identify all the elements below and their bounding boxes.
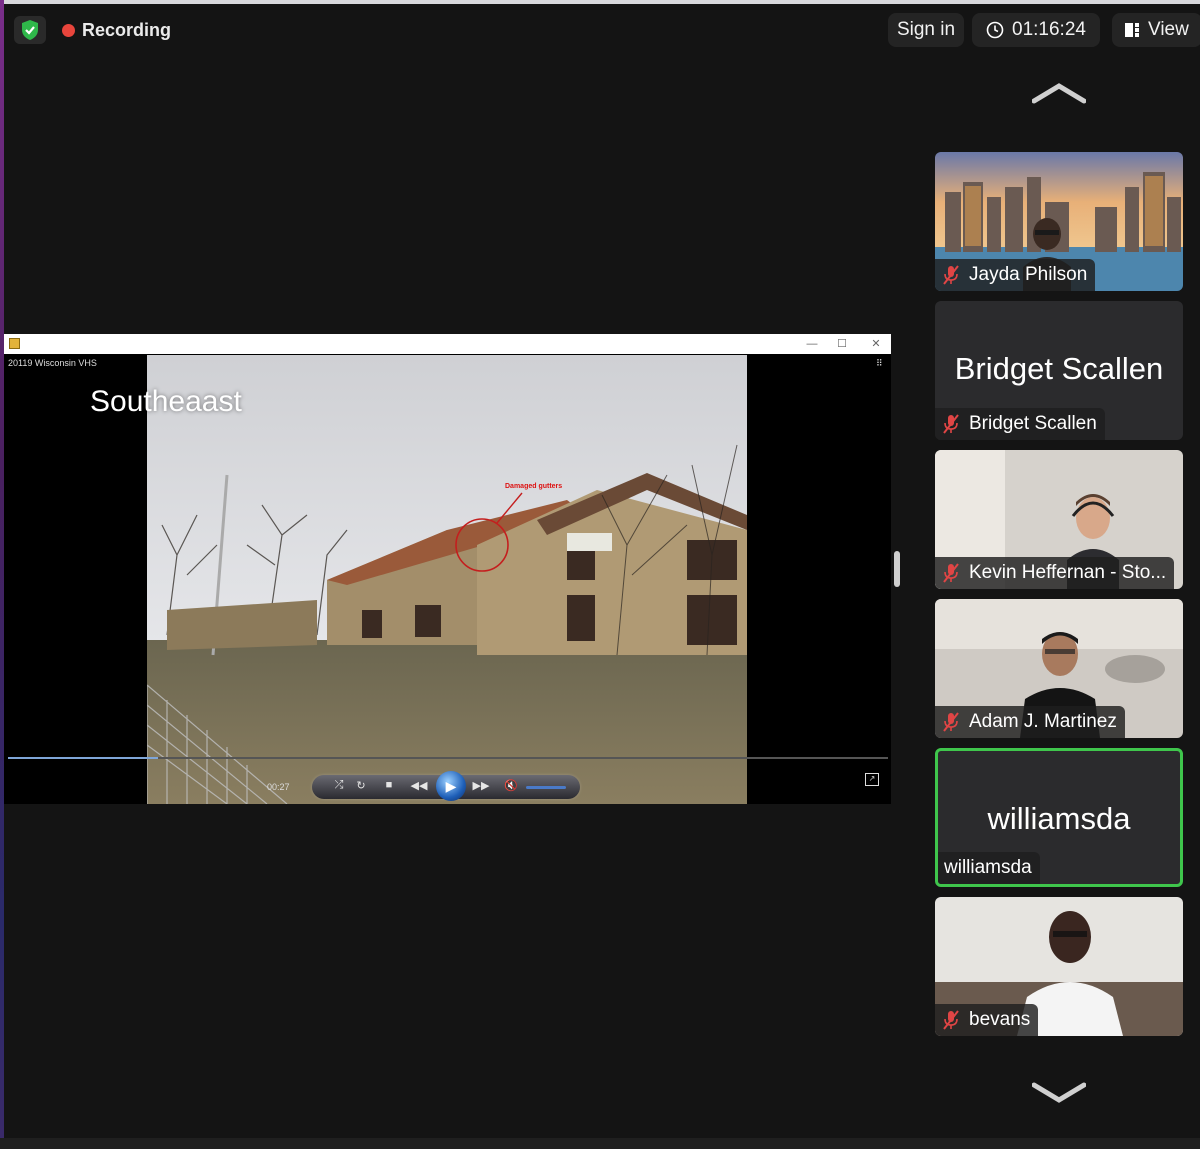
- playback-timecode: 00:27: [267, 782, 290, 792]
- seek-bar-fill: [8, 757, 158, 759]
- repeat-icon[interactable]: ↻: [352, 779, 370, 792]
- sign-in-label: Sign in: [896, 19, 956, 40]
- play-button[interactable]: ▶: [436, 771, 466, 801]
- timer-value: 01:16:24: [1012, 19, 1086, 40]
- view-button[interactable]: View: [1112, 13, 1200, 47]
- clock-icon: [986, 21, 1004, 39]
- view-label: View: [1148, 19, 1189, 40]
- view-layout-icon: [1125, 23, 1139, 37]
- participant-name-tag: Jayda Philson: [935, 259, 1096, 291]
- slide-annotation: Damaged gutters: [505, 483, 563, 490]
- participant-tile-jayda-philson[interactable]: Jayda Philson: [935, 152, 1183, 291]
- participant-display-name: williamsda: [987, 801, 1131, 836]
- participant-name-tag: Adam J. Martinez: [935, 706, 1125, 738]
- play-icon: ▶: [445, 777, 457, 794]
- shuffle-icon[interactable]: ⤮: [330, 779, 348, 792]
- slide-title: Southeaast: [90, 385, 242, 418]
- recording-dot-icon: [62, 23, 75, 37]
- participant-name: Bridget Scallen: [969, 413, 1097, 434]
- scroll-down-chevron-icon[interactable]: [1032, 1082, 1086, 1104]
- participant-tile-kevin-heffernan[interactable]: Kevin Heffernan - Sto...: [935, 450, 1183, 589]
- participant-name-tag: Kevin Heffernan - Sto...: [935, 557, 1175, 589]
- previous-icon[interactable]: ◀◀: [410, 779, 428, 792]
- participant-name: Adam J. Martinez: [969, 711, 1117, 732]
- fullscreen-icon[interactable]: ↗: [865, 773, 879, 786]
- muted-mic-icon: [943, 563, 959, 583]
- window-top-edge: [0, 0, 1200, 4]
- muted-mic-icon: [943, 1010, 959, 1030]
- participant-name-tag: bevans: [935, 1004, 1039, 1036]
- recording-indicator[interactable]: Recording: [62, 14, 171, 46]
- participant-name-tag: Bridget Scallen: [935, 408, 1105, 440]
- participant-display-name: Bridget Scallen: [954, 351, 1164, 386]
- seek-bar[interactable]: [8, 757, 888, 759]
- participant-tile-williamsda[interactable]: williamsda williamsda: [935, 748, 1183, 887]
- video-window-label: 20119 Wisconsin VHS: [8, 358, 97, 368]
- participant-name: bevans: [969, 1009, 1031, 1030]
- participant-name: Jayda Philson: [969, 264, 1088, 285]
- close-icon[interactable]: ✕: [866, 336, 886, 352]
- participant-tile-adam-martinez[interactable]: Adam J. Martinez: [935, 599, 1183, 738]
- security-shield-icon[interactable]: [14, 16, 46, 44]
- participant-tile-bevans[interactable]: bevans: [935, 897, 1183, 1036]
- vertical-scrollbar[interactable]: [894, 551, 900, 587]
- meeting-toolbar-edge: [0, 1138, 1200, 1149]
- volume-slider[interactable]: [526, 786, 566, 789]
- shared-screen[interactable]: — ☐ ✕ 20119 Wisconsin VHS ⠿ Southeaast D…: [4, 334, 891, 804]
- muted-mic-icon: [943, 265, 959, 285]
- playback-controls: ⤮ ↻ ■ ◀◀ ▶ ▶▶ 🔇: [312, 771, 580, 801]
- participant-name: Kevin Heffernan - Sto...: [969, 562, 1167, 583]
- media-player-app-icon: [9, 338, 20, 349]
- compact-mode-icon[interactable]: ⠿: [876, 358, 886, 368]
- stop-icon[interactable]: ■: [380, 779, 398, 791]
- participant-tile-bridget-scallen[interactable]: Bridget Scallen Bridget Scallen: [935, 301, 1183, 440]
- meeting-timer: 01:16:24: [972, 13, 1100, 47]
- participant-name-tag: williamsda: [938, 852, 1040, 884]
- sign-in-button[interactable]: Sign in: [888, 13, 964, 47]
- minimize-icon[interactable]: —: [802, 336, 822, 352]
- muted-mic-icon: [943, 712, 959, 732]
- slide-photo-building: [147, 355, 747, 804]
- scroll-up-chevron-icon[interactable]: [1032, 82, 1086, 104]
- media-player-titlebar: — ☐ ✕: [4, 334, 891, 354]
- mute-icon[interactable]: 🔇: [502, 779, 520, 792]
- maximize-icon[interactable]: ☐: [832, 336, 852, 352]
- next-icon[interactable]: ▶▶: [472, 779, 490, 792]
- participant-name: williamsda: [944, 857, 1032, 878]
- muted-mic-icon: [943, 414, 959, 434]
- recording-label: Recording: [82, 19, 172, 40]
